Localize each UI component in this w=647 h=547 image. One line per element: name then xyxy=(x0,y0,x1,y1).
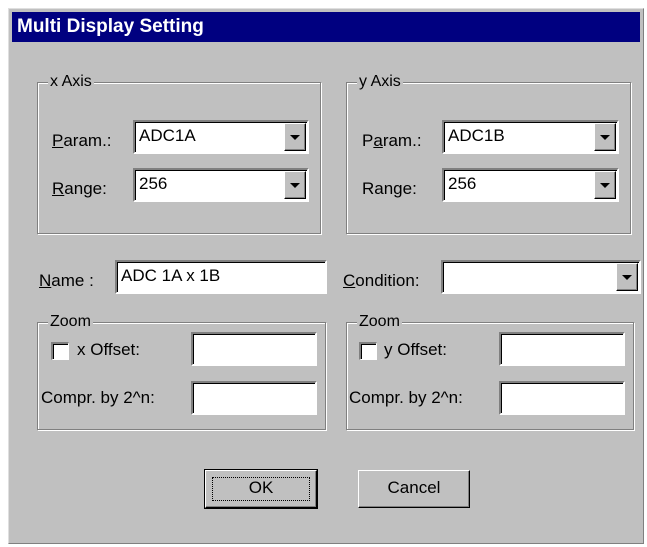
y-offset-input[interactable] xyxy=(499,332,625,366)
x-range-label: Range: xyxy=(52,179,107,198)
x-range-combo[interactable]: 256 xyxy=(133,168,309,202)
x-compr-label: Compr. by 2^n: xyxy=(41,388,155,407)
x-offset-checkbox[interactable] xyxy=(51,342,69,360)
ok-button-label: OK xyxy=(248,478,274,497)
name-input[interactable]: ADC 1A x 1B xyxy=(115,260,327,294)
y-range-dropdown-button[interactable] xyxy=(594,171,616,199)
multi-display-setting-dialog: Multi Display Setting x Axis Param.: ADC… xyxy=(8,8,644,544)
y-range-combo[interactable]: 256 xyxy=(442,168,619,202)
condition-combo[interactable] xyxy=(441,260,641,294)
y-param-combo[interactable]: ADC1B xyxy=(442,120,619,154)
zoom-y-group-label: Zoom xyxy=(357,312,402,332)
y-axis-group-label: y Axis xyxy=(357,72,403,92)
y-param-label: Param.: xyxy=(362,131,422,150)
chevron-down-icon xyxy=(290,182,300,188)
y-range-value: 256 xyxy=(448,174,477,193)
chevron-down-icon xyxy=(600,182,610,188)
cancel-button-label: Cancel xyxy=(387,478,441,497)
y-compr-input[interactable] xyxy=(499,381,625,415)
y-offset-checkbox[interactable] xyxy=(359,342,377,360)
x-axis-group-label: x Axis xyxy=(48,72,94,92)
dialog-title: Multi Display Setting xyxy=(12,12,640,42)
ok-button[interactable]: OK xyxy=(204,469,318,509)
x-range-dropdown-button[interactable] xyxy=(284,171,306,199)
y-axis-group: y Axis xyxy=(346,72,631,234)
chevron-down-icon xyxy=(290,134,300,140)
zoom-x-group-label: Zoom xyxy=(48,312,93,332)
x-compr-input[interactable] xyxy=(191,381,317,415)
condition-label: Condition: xyxy=(343,271,420,290)
y-param-value: ADC1B xyxy=(448,126,505,145)
y-range-label: Range: xyxy=(362,179,417,198)
y-param-dropdown-button[interactable] xyxy=(594,123,616,151)
cancel-button[interactable]: Cancel xyxy=(358,470,470,508)
x-axis-group: x Axis xyxy=(37,72,321,234)
chevron-down-icon xyxy=(600,134,610,140)
y-offset-label: y Offset: xyxy=(384,340,447,359)
x-range-value: 256 xyxy=(139,174,168,193)
name-label: Name : xyxy=(39,271,94,290)
name-value: ADC 1A x 1B xyxy=(121,266,221,285)
x-param-value: ADC1A xyxy=(139,126,196,145)
chevron-down-icon xyxy=(622,274,632,280)
x-offset-input[interactable] xyxy=(191,332,317,366)
x-param-label: Param.: xyxy=(52,131,112,150)
x-param-combo[interactable]: ADC1A xyxy=(133,120,309,154)
condition-dropdown-button[interactable] xyxy=(616,263,638,291)
x-param-dropdown-button[interactable] xyxy=(284,123,306,151)
y-compr-label: Compr. by 2^n: xyxy=(349,388,463,407)
x-offset-label: x Offset: xyxy=(77,340,140,359)
